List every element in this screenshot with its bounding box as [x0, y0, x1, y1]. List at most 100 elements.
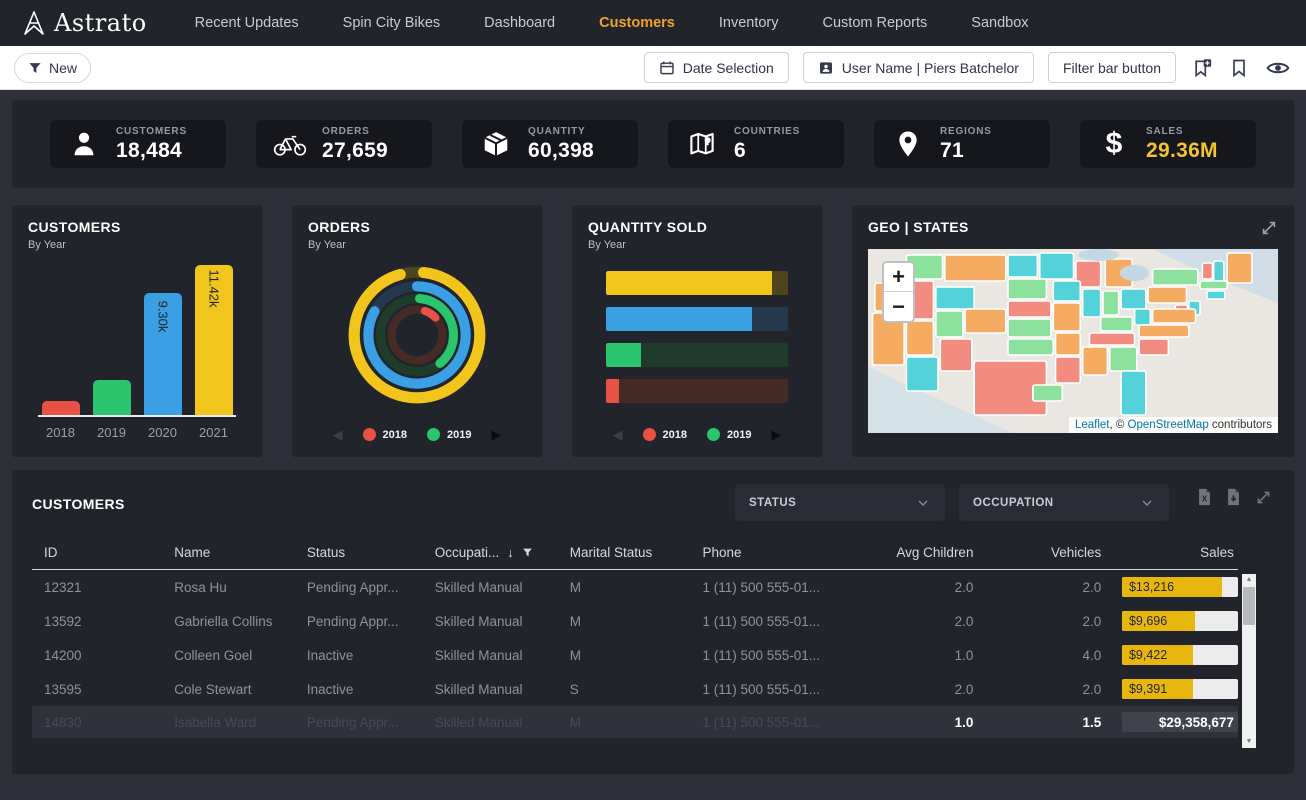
hbar-2019[interactable] [606, 343, 788, 367]
export-document-icon[interactable] [1224, 486, 1243, 508]
openstreetmap-link[interactable]: OpenStreetMap [1128, 419, 1209, 431]
table-row[interactable]: 13592 Gabriella Collins Pending Appr... … [32, 604, 1238, 638]
legend-item-2018[interactable]: 2018 [363, 428, 407, 441]
column-header-phone[interactable]: Phone [690, 545, 852, 560]
leaflet-map[interactable]: + − Leaflet, © OpenStreetMap contributor… [868, 249, 1278, 433]
orders-donut-chart-panel: ORDERS By Year ◀ 2018 [292, 205, 542, 457]
hbar-2020[interactable] [606, 307, 788, 331]
kpi-value: 6 [734, 139, 800, 163]
column-header-name[interactable]: Name [162, 545, 295, 560]
top-nav: Astrato Recent Updates Spin City Bikes D… [0, 0, 1306, 46]
nav-item-inventory[interactable]: Inventory [697, 0, 801, 46]
brand-name: Astrato [54, 9, 147, 37]
legend-label: 2019 [447, 429, 471, 441]
kpi-label: QUANTITY [528, 126, 594, 137]
legend-item-2018[interactable]: 2018 [643, 428, 687, 441]
hbar-2018[interactable] [606, 379, 788, 403]
column-header-avg-children[interactable]: Avg Children [852, 545, 977, 560]
scrollbar-thumb[interactable] [1243, 587, 1255, 625]
cell-name: Rosa Hu [162, 580, 295, 595]
dropdown-label: STATUS [749, 497, 796, 509]
bar-2019[interactable] [93, 380, 131, 415]
sales-value: $9,422 [1129, 645, 1167, 665]
nav-item-sandbox[interactable]: Sandbox [949, 0, 1050, 46]
bookmark-button[interactable] [1228, 56, 1250, 80]
kpi-regions: REGIONS 71 [874, 120, 1050, 168]
cell-phone: 1 (11) 500 555-01... [690, 648, 852, 663]
donut-chart[interactable] [308, 259, 526, 411]
svg-text:X: X [1202, 495, 1208, 504]
chart-title: ORDERS [308, 219, 526, 235]
chart-title: CUSTOMERS [28, 219, 246, 235]
legend-label: 2018 [383, 429, 407, 441]
legend-next-icon[interactable]: ▶ [491, 428, 501, 441]
leaflet-link[interactable]: Leaflet [1075, 419, 1110, 431]
kpi-label: ORDERS [322, 126, 388, 137]
date-selection-button[interactable]: Date Selection [644, 52, 789, 83]
cell-sales: $9,696 [1105, 611, 1238, 631]
bar-2020[interactable]: 9.30k [144, 293, 182, 415]
map-zoom-out-button[interactable]: − [884, 292, 913, 321]
cell-occupation: Skilled Manual [423, 614, 558, 629]
nav-item-dashboard[interactable]: Dashboard [462, 0, 577, 46]
cell-id: 13592 [32, 614, 162, 629]
kpi-value: 71 [940, 139, 992, 163]
user-name-button[interactable]: User Name | Piers Batchelor [803, 52, 1034, 83]
new-filter-button[interactable]: New [14, 53, 91, 83]
chevron-down-icon [1139, 495, 1155, 511]
bar-2018[interactable] [42, 401, 80, 415]
table-header-row: ID Name Status Occupati... ↓ Marital Sta… [32, 545, 1238, 570]
eye-button[interactable] [1264, 57, 1292, 79]
column-header-vehicles[interactable]: Vehicles [977, 545, 1105, 560]
column-header-sales[interactable]: Sales [1105, 545, 1238, 560]
sort-desc-icon[interactable]: ↓ [507, 545, 514, 560]
nav-item-spin-city-bikes[interactable]: Spin City Bikes [321, 0, 463, 46]
nav-item-recent-updates[interactable]: Recent Updates [173, 0, 321, 46]
column-filter-icon[interactable] [522, 547, 533, 558]
hbar-2021[interactable] [606, 271, 788, 295]
table-row[interactable]: 12321 Rosa Hu Pending Appr... Skilled Ma… [32, 570, 1238, 604]
cell-status: Pending Appr... [295, 580, 423, 595]
legend-prev-icon[interactable]: ◀ [333, 428, 343, 441]
map-icon [684, 129, 720, 159]
column-header-marital-status[interactable]: Marital Status [558, 545, 691, 560]
legend-prev-icon[interactable]: ◀ [613, 428, 623, 441]
column-header-status[interactable]: Status [295, 545, 423, 560]
filter-bar-button[interactable]: Filter bar button [1048, 52, 1176, 83]
table-scrollbar[interactable]: ▲ ▼ [1242, 574, 1256, 748]
column-header-id[interactable]: ID [32, 545, 162, 560]
sales-value: $9,696 [1129, 611, 1167, 631]
column-header-occupation[interactable]: Occupati... ↓ [423, 545, 558, 560]
brand-link[interactable]: Astrato [22, 9, 147, 37]
cell-id: 12321 [32, 580, 162, 595]
nav-item-customers[interactable]: Customers [577, 0, 697, 46]
x-tick: 2020 [144, 425, 182, 440]
legend-item-2019[interactable]: 2019 [707, 428, 751, 441]
bookmark-add-button[interactable] [1190, 56, 1214, 80]
legend-dot-2018 [643, 428, 656, 441]
map-zoom-in-button[interactable]: + [884, 263, 913, 292]
kpi-value: 29.36M [1146, 139, 1218, 163]
geo-states-panel: GEO | STATES [852, 205, 1294, 457]
cell-phone: 1 (11) 500 555-01... [690, 614, 852, 629]
map-attribution: Leaflet, © OpenStreetMap contributors [1069, 417, 1278, 433]
dollar-icon: $ [1096, 129, 1132, 159]
export-excel-icon[interactable]: X [1195, 486, 1214, 508]
expand-icon[interactable] [1253, 487, 1274, 508]
expand-icon[interactable] [1260, 219, 1278, 237]
cell-occupation: Skilled Manual [423, 648, 558, 663]
occupation-filter-dropdown[interactable]: OCCUPATION [959, 484, 1169, 521]
attribution-text: , © [1109, 419, 1127, 431]
cell-avg-children: 2.0 [852, 682, 977, 697]
nav-item-custom-reports[interactable]: Custom Reports [801, 0, 950, 46]
cell-avg-children: 2.0 [852, 580, 977, 595]
status-filter-dropdown[interactable]: STATUS [735, 484, 945, 521]
bar-2021[interactable]: 11.42k [195, 265, 233, 415]
scroll-up-icon[interactable]: ▲ [1242, 574, 1256, 586]
scroll-down-icon[interactable]: ▼ [1242, 736, 1256, 748]
legend-item-2019[interactable]: 2019 [427, 428, 471, 441]
cell-phone: 1 (11) 500 555-01... [690, 580, 852, 595]
legend-next-icon[interactable]: ▶ [771, 428, 781, 441]
table-row[interactable]: 13595 Cole Stewart Inactive Skilled Manu… [32, 672, 1238, 706]
table-row[interactable]: 14200 Colleen Goel Inactive Skilled Manu… [32, 638, 1238, 672]
